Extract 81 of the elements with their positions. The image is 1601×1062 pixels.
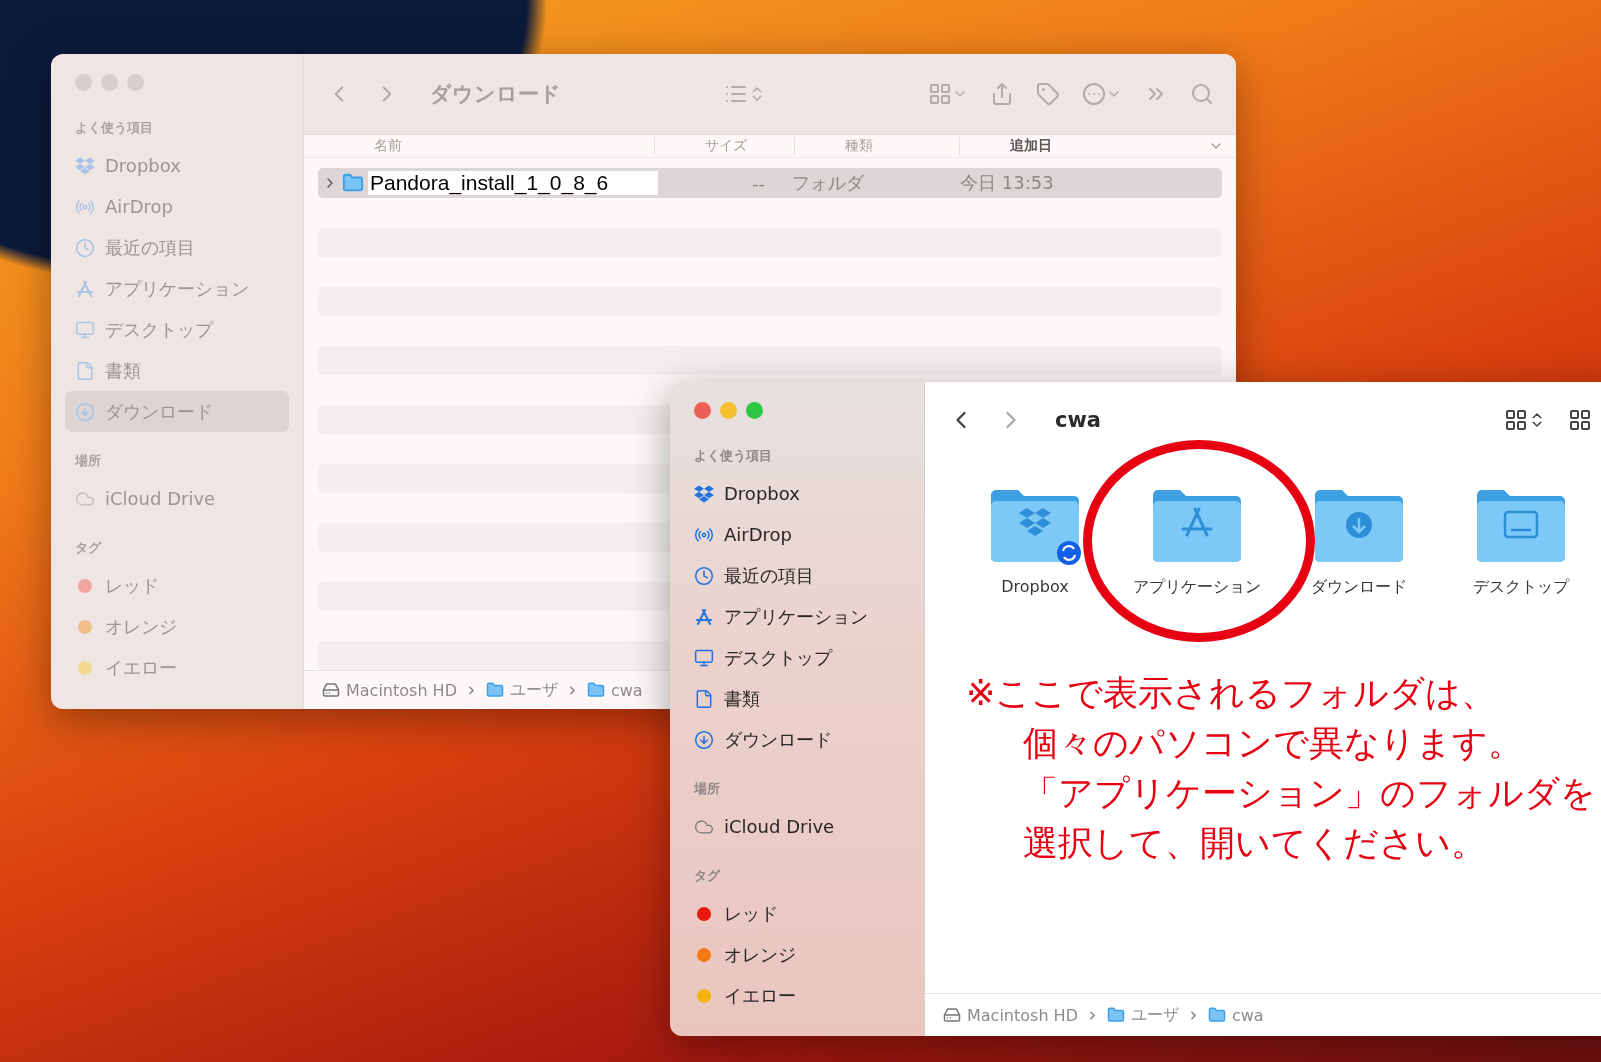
- recent-icon: [694, 565, 714, 586]
- kind-cell-text: フォルダ: [792, 171, 865, 195]
- file-name: Pandora_install_1_0_8_6: [368, 171, 659, 195]
- sidebar-item[interactable]: イエロー: [65, 647, 289, 688]
- window-title: cwa: [1055, 408, 1102, 432]
- downloads-icon: [694, 729, 714, 750]
- folder-label: ダウンロード: [1311, 577, 1407, 598]
- desktop-icon: [694, 647, 714, 668]
- documents-icon: [75, 360, 95, 381]
- folder-label: デスクトップ: [1473, 577, 1569, 598]
- path-item[interactable]: cwa: [586, 680, 643, 700]
- apps-icon: [75, 278, 95, 299]
- sidebar-item[interactable]: iCloud Drive: [684, 806, 910, 847]
- sidebar-item[interactable]: 最近の項目: [684, 555, 910, 596]
- group-icon[interactable]: [1568, 408, 1592, 432]
- window-title: ダウンロード: [430, 81, 561, 108]
- sidebar-item[interactable]: デスクトップ: [684, 637, 910, 678]
- window-control-icon[interactable]: [746, 402, 763, 419]
- sidebar-item[interactable]: アプリケーション: [684, 596, 910, 637]
- window-control-icon[interactable]: [75, 74, 92, 91]
- sidebar-item[interactable]: 書類: [65, 350, 289, 391]
- path-item[interactable]: ユーザ: [485, 679, 558, 701]
- desktop-icon: [75, 319, 95, 340]
- sidebar-heading: タグ: [74, 539, 103, 557]
- folder-icon[interactable]: [989, 487, 1081, 565]
- sidebar-heading: 場所: [73, 452, 102, 470]
- folder-label: Dropbox: [1001, 577, 1069, 596]
- column-header[interactable]: 種類: [794, 137, 959, 155]
- sidebar-heading: 場所: [692, 780, 721, 798]
- folder-icon[interactable]: [1151, 487, 1243, 565]
- sidebar-heading: タグ: [693, 867, 722, 885]
- folder-icon: [485, 681, 504, 699]
- window-control-icon[interactable]: [101, 74, 118, 91]
- column-header[interactable]: 追加日: [959, 137, 1199, 155]
- path-item[interactable]: Macintosh HD: [322, 680, 457, 700]
- date-cell-text: 今日 13:53: [960, 171, 1055, 195]
- window-control-icon[interactable]: [694, 402, 711, 419]
- sidebar-heading: よく使う項目: [74, 119, 154, 137]
- window-control-icon[interactable]: [720, 402, 737, 419]
- window-control-icon[interactable]: [127, 74, 144, 91]
- size-cell-text: --: [752, 172, 766, 194]
- dropbox-icon: [75, 155, 95, 176]
- annotation-text: ※ここで表示されるフォルダは、 個々のパソコンで異なります。 「アプリケーション」のフォルダを 選択して、開いてください。: [966, 672, 1596, 865]
- sidebar-item[interactable]: イエロー: [684, 975, 910, 1016]
- sidebar-item[interactable]: レッド: [65, 565, 289, 606]
- path-item[interactable]: ユーザ: [1106, 1004, 1179, 1026]
- sidebar-item[interactable]: 最近の項目: [65, 227, 289, 268]
- dropbox-icon: [694, 483, 714, 504]
- folder-icon: [1207, 1006, 1226, 1024]
- documents-icon: [694, 688, 714, 709]
- share-icon[interactable]: [990, 82, 1014, 106]
- folder-label: アプリケーション: [1133, 577, 1261, 598]
- folder-icon[interactable]: [1475, 487, 1567, 565]
- sidebar-item[interactable]: オレンジ: [65, 606, 289, 647]
- sidebar-item[interactable]: ダウンロード: [65, 391, 289, 432]
- column-header[interactable]: 名前: [324, 137, 654, 155]
- column-header[interactable]: サイズ: [654, 137, 794, 155]
- sidebar-item[interactable]: Dropbox: [65, 145, 289, 186]
- search-icon[interactable]: [1190, 82, 1214, 106]
- sidebar-item[interactable]: レッド: [684, 893, 910, 934]
- file-row[interactable]: Pandora_install_1_0_8_6 -- フォルダ 今日 13:53: [318, 168, 1222, 198]
- sidebar-item[interactable]: Dropbox: [684, 473, 910, 514]
- sidebar-item[interactable]: アプリケーション: [65, 268, 289, 309]
- sidebar-item[interactable]: オレンジ: [684, 934, 910, 975]
- sidebar-item[interactable]: AirDrop: [65, 186, 289, 227]
- path-item[interactable]: Macintosh HD: [943, 1005, 1078, 1025]
- path-item[interactable]: cwa: [1207, 1005, 1264, 1025]
- sidebar-item[interactable]: iCloud Drive: [65, 478, 289, 519]
- recent-icon: [75, 237, 95, 258]
- sidebar-item[interactable]: AirDrop: [684, 514, 910, 555]
- downloads-icon: [75, 401, 95, 422]
- apps-icon: [694, 606, 714, 627]
- folder-icon: [1106, 1006, 1125, 1024]
- folder-icon[interactable]: [1313, 487, 1405, 565]
- sidebar-item[interactable]: 書類: [684, 678, 910, 719]
- tag-icon[interactable]: [1036, 82, 1060, 106]
- sidebar-heading: よく使う項目: [693, 447, 773, 465]
- folder-icon: [586, 681, 605, 699]
- sidebar-item[interactable]: デスクトップ: [65, 309, 289, 350]
- sidebar-item[interactable]: ダウンロード: [684, 719, 910, 760]
- folder-icon: [342, 172, 364, 194]
